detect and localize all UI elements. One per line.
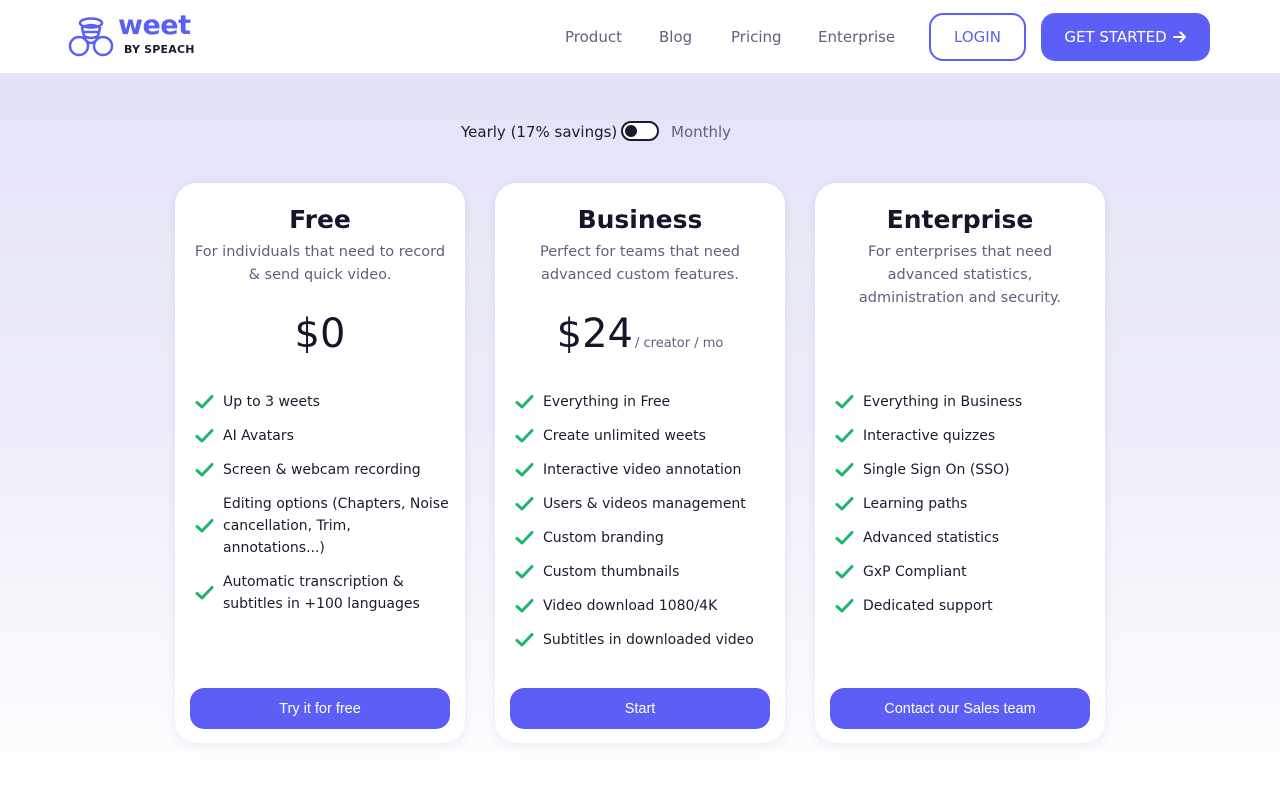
- price-amount: $0: [294, 311, 346, 357]
- plan-price: $24/ creator / mo: [495, 311, 785, 357]
- feature-text: Up to 3 weets: [223, 394, 320, 410]
- feature-item: Subtitles in downloaded video: [515, 629, 770, 651]
- arrow-right-icon: [1172, 31, 1186, 43]
- price-unit: / creator / mo: [635, 336, 724, 351]
- check-icon: [835, 395, 854, 409]
- feature-text: Users & videos management: [543, 496, 746, 512]
- feature-item: Everything in Business: [835, 391, 1090, 413]
- feature-text: Advanced statistics: [863, 530, 1000, 546]
- weet-logo[interactable]: weet BY SPEACH: [68, 10, 208, 60]
- feature-text: Single Sign On (SSO): [863, 462, 1010, 478]
- contact-sales-button[interactable]: Contact our Sales team: [830, 688, 1090, 729]
- feature-item: Automatic transcription & subtitles in +…: [195, 571, 450, 615]
- feature-text: Subtitles in downloaded video: [543, 632, 754, 648]
- feature-item: Video download 1080/4K: [515, 595, 770, 617]
- feature-text: Learning paths: [863, 496, 968, 512]
- feature-text: Screen & webcam recording: [223, 462, 421, 478]
- feature-text: Dedicated support: [863, 598, 993, 614]
- check-icon: [515, 531, 534, 545]
- check-icon: [835, 531, 854, 545]
- check-icon: [195, 586, 214, 600]
- check-icon: [835, 429, 854, 443]
- feature-item: Custom thumbnails: [515, 561, 770, 583]
- feature-text: Interactive quizzes: [863, 428, 996, 444]
- feature-item: Create unlimited weets: [515, 425, 770, 447]
- check-icon: [515, 599, 534, 613]
- check-icon: [515, 395, 534, 409]
- feature-item: Advanced statistics: [835, 527, 1090, 549]
- feature-text: Interactive video annotation: [543, 462, 742, 478]
- login-button[interactable]: LOGIN: [929, 13, 1026, 61]
- check-icon: [515, 463, 534, 477]
- feature-text: Automatic transcription & subtitles in +…: [223, 574, 420, 612]
- billing-period-toggle[interactable]: [621, 121, 659, 141]
- feature-text: Custom branding: [543, 530, 664, 546]
- plan-card-free: Free For individuals that need to record…: [175, 183, 465, 743]
- check-icon: [835, 463, 854, 477]
- plan-title: Free: [289, 205, 351, 234]
- plan-card-enterprise: Enterprise For enterprises that need adv…: [815, 183, 1105, 743]
- feature-item: Editing options (Chapters, Noise cancell…: [195, 493, 450, 559]
- feature-item: AI Avatars: [195, 425, 450, 447]
- site-header: weet BY SPEACH Product Blog Pricing Ente…: [0, 0, 1280, 74]
- feature-list: Up to 3 weets AI Avatars Screen & webcam r…: [195, 391, 450, 627]
- feature-text: Video download 1080/4K: [543, 598, 718, 614]
- check-icon: [515, 633, 534, 647]
- check-icon: [515, 429, 534, 443]
- feature-item: Everything in Free: [515, 391, 770, 413]
- nav-pricing[interactable]: Pricing: [731, 28, 782, 46]
- get-started-label: GET STARTED: [1064, 28, 1167, 46]
- feature-text: Everything in Business: [863, 394, 1023, 410]
- logo-wordmark: weet: [118, 10, 191, 41]
- check-icon: [515, 565, 534, 579]
- nav-enterprise[interactable]: Enterprise: [818, 28, 895, 46]
- feature-text: Editing options (Chapters, Noise cancell…: [223, 496, 449, 556]
- plan-title: Business: [577, 205, 703, 234]
- feature-list: Everything in Free Create unlimited weets…: [515, 391, 770, 663]
- feature-item: Users & videos management: [515, 493, 770, 515]
- check-icon: [515, 497, 534, 511]
- feature-text: Custom thumbnails: [543, 564, 680, 580]
- feature-item: GxP Compliant: [835, 561, 1090, 583]
- login-button-label: LOGIN: [954, 28, 1001, 46]
- feature-item: Custom branding: [515, 527, 770, 549]
- feature-item: Single Sign On (SSO): [835, 459, 1090, 481]
- check-icon: [195, 519, 214, 533]
- feature-text: GxP Compliant: [863, 564, 967, 580]
- price-amount: $24: [556, 311, 633, 357]
- plan-card-business: Business Perfect for teams that need adv…: [495, 183, 785, 743]
- feature-item: Screen & webcam recording: [195, 459, 450, 481]
- check-icon: [835, 497, 854, 511]
- check-icon: [195, 429, 214, 443]
- feature-text: Everything in Free: [543, 394, 671, 410]
- nav-blog[interactable]: Blog: [659, 28, 692, 46]
- check-icon: [195, 463, 214, 477]
- feature-list: Everything in Business Interactive quizze…: [835, 391, 1090, 629]
- get-started-button[interactable]: GET STARTED: [1041, 13, 1210, 61]
- check-icon: [835, 565, 854, 579]
- nav-product[interactable]: Product: [565, 28, 622, 46]
- feature-item: Interactive video annotation: [515, 459, 770, 481]
- check-icon: [835, 599, 854, 613]
- bee-logo-icon: [68, 17, 114, 57]
- plan-description: Perfect for teams that need advanced cus…: [539, 244, 741, 283]
- feature-item: Up to 3 weets: [195, 391, 450, 413]
- feature-item: Dedicated support: [835, 595, 1090, 617]
- feature-item: Learning paths: [835, 493, 1090, 515]
- try-free-button[interactable]: Try it for free: [190, 688, 450, 729]
- feature-item: Interactive quizzes: [835, 425, 1090, 447]
- check-icon: [195, 395, 214, 409]
- feature-text: AI Avatars: [223, 428, 294, 444]
- feature-text: Create unlimited weets: [543, 428, 706, 444]
- monthly-label[interactable]: Monthly: [671, 123, 731, 141]
- toggle-knob: [625, 125, 637, 137]
- plan-title: Enterprise: [886, 205, 1034, 234]
- plan-price: $0: [175, 311, 465, 357]
- plan-description: For individuals that need to record & se…: [194, 244, 446, 283]
- start-button[interactable]: Start: [510, 688, 770, 729]
- yearly-label[interactable]: Yearly (17% savings): [461, 123, 617, 141]
- plan-description: For enterprises that need advanced stati…: [858, 244, 1062, 306]
- logo-subtitle: BY SPEACH: [124, 43, 195, 56]
